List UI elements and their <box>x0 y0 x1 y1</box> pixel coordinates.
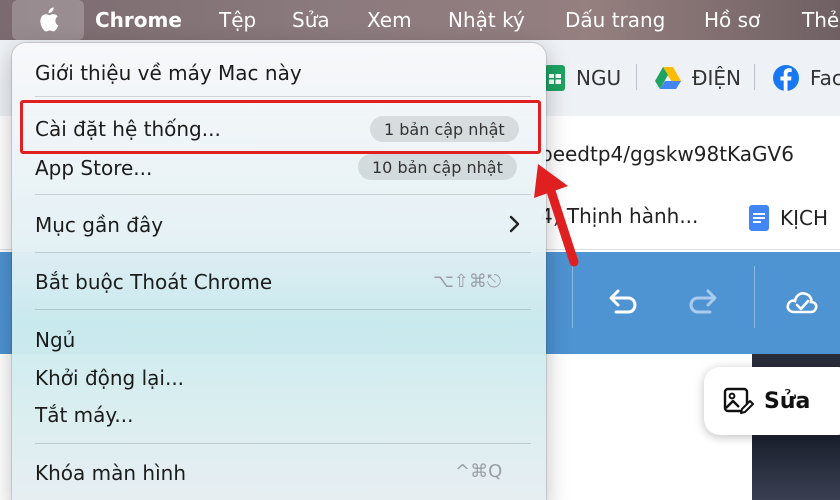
tab-divider <box>636 64 637 90</box>
menubar-bookmarks[interactable]: Dấu trang <box>565 8 665 32</box>
tab-label: Fac <box>810 66 840 90</box>
menu-item-about-this-mac[interactable]: Giới thiệu về máy Mac này <box>35 61 302 85</box>
google-docs-icon <box>749 205 769 231</box>
menu-item-restart[interactable]: Khởi động lại... <box>35 366 184 390</box>
tab-label: NGU <box>576 66 622 90</box>
menu-item-shut-down[interactable]: Tắt máy... <box>35 403 133 427</box>
menu-item-recent-items[interactable]: Mục gần đây <box>35 213 163 237</box>
bookmark-label: KỊCH <box>780 206 829 230</box>
menu-separator <box>35 252 531 253</box>
force-quit-shortcut: ⌥⇧⌘⎋ <box>433 271 502 292</box>
lock-screen-shortcut: ^⌘Q <box>455 461 503 482</box>
menubar-profiles[interactable]: Hồ sơ <box>704 8 760 32</box>
red-arrow-icon <box>534 164 579 267</box>
menu-separator <box>35 96 531 97</box>
edit-button-label: Sửa <box>764 388 811 414</box>
chevron-right-icon <box>509 215 520 233</box>
tab-label: ĐIỆN <box>692 66 741 90</box>
redo-icon[interactable] <box>686 284 722 320</box>
google-sheets-icon <box>545 65 565 91</box>
tab-google-sheets[interactable]: NGU <box>544 58 621 98</box>
menu-item-app-store[interactable]: App Store... <box>35 156 152 180</box>
menu-separator <box>35 443 531 444</box>
menu-item-lock-screen[interactable]: Khóa màn hình <box>35 461 186 485</box>
bookmark-kich[interactable]: KỊCH <box>748 204 828 232</box>
menubar-view[interactable]: Xem <box>367 8 412 32</box>
menu-item-force-quit[interactable]: Bắt buộc Thoát Chrome <box>35 270 272 294</box>
menu-separator <box>35 194 531 195</box>
facebook-icon <box>773 65 799 91</box>
tab-divider <box>754 64 755 90</box>
menu-bar: Chrome Tệp Sửa Xem Nhật ký Dấu trang Hồ … <box>0 0 840 40</box>
apple-menu-button[interactable] <box>12 0 84 40</box>
toolbar-divider <box>754 266 755 328</box>
google-drive-icon <box>655 67 681 89</box>
image-edit-icon <box>723 387 754 414</box>
menubar-app-name[interactable]: Chrome <box>95 8 182 32</box>
menubar-file[interactable]: Tệp <box>219 8 256 32</box>
menubar-history[interactable]: Nhật ký <box>448 8 525 32</box>
menubar-tab[interactable]: Thẻ <box>802 8 839 32</box>
menubar-edit[interactable]: Sửa <box>292 8 330 32</box>
menu-item-sleep[interactable]: Ngủ <box>35 328 75 352</box>
tab-google-drive[interactable]: ĐIỆN <box>654 58 741 98</box>
menu-separator <box>35 309 531 310</box>
edit-image-button[interactable]: Sửa <box>704 367 840 435</box>
apple-logo-icon <box>40 7 59 32</box>
toolbar-edge <box>0 252 12 354</box>
undo-icon[interactable] <box>604 284 640 320</box>
highlight-box <box>20 100 541 154</box>
cloud-saved-icon[interactable] <box>784 284 820 320</box>
app-store-update-badge: 10 bản cập nhật <box>358 154 517 180</box>
tab-facebook[interactable]: Fac <box>772 58 840 98</box>
toolbar-divider <box>572 266 573 328</box>
